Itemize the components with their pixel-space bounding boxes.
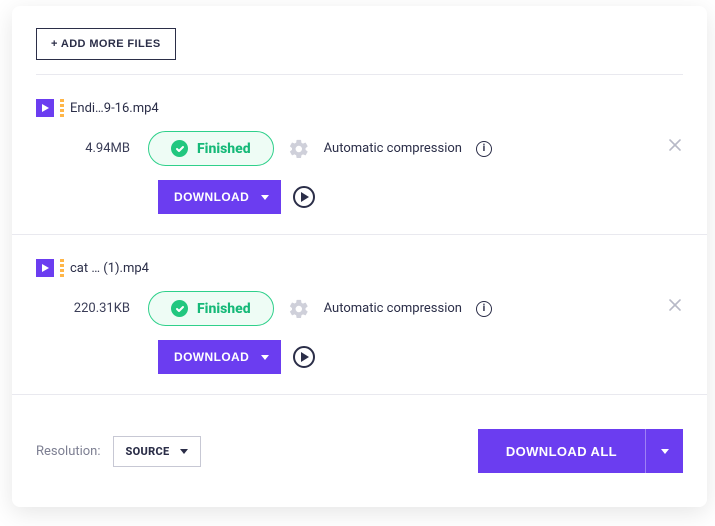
- compression-panel: + ADD MORE FILES Endi…9-16.mp4 4.94MB Fi…: [12, 6, 707, 507]
- chevron-down-icon: [661, 449, 669, 454]
- play-button[interactable]: [293, 346, 315, 368]
- file-actions: DOWNLOAD: [158, 340, 683, 374]
- chevron-down-icon: [261, 195, 269, 200]
- play-button[interactable]: [293, 186, 315, 208]
- file-actions: DOWNLOAD: [158, 180, 683, 214]
- file-status-row: 4.94MB Finished Automatic compression i: [60, 131, 683, 166]
- download-all-button[interactable]: DOWNLOAD ALL: [478, 429, 683, 473]
- resolution-select[interactable]: SOURCE: [113, 436, 201, 467]
- status-badge: Finished: [148, 131, 274, 166]
- status-text: Finished: [197, 141, 251, 157]
- top-bar: + ADD MORE FILES: [12, 6, 707, 74]
- resolution-value: SOURCE: [126, 445, 170, 458]
- info-icon[interactable]: i: [476, 301, 492, 317]
- download-button[interactable]: DOWNLOAD: [158, 180, 281, 214]
- gear-icon[interactable]: [288, 298, 310, 320]
- compression-mode: Automatic compression: [324, 141, 462, 156]
- play-icon: [301, 352, 309, 362]
- chevron-down-icon: [261, 355, 269, 360]
- check-icon: [171, 300, 188, 317]
- check-icon: [171, 140, 188, 157]
- download-all-dropdown[interactable]: [645, 429, 683, 473]
- film-strip-icon: [60, 99, 64, 117]
- remove-button[interactable]: [667, 137, 683, 157]
- file-name: cat … (1).mp4: [70, 261, 149, 276]
- gear-icon[interactable]: [288, 138, 310, 160]
- download-all-label: DOWNLOAD ALL: [478, 429, 645, 473]
- add-more-files-button[interactable]: + ADD MORE FILES: [36, 28, 176, 60]
- download-button[interactable]: DOWNLOAD: [158, 340, 281, 374]
- file-header: Endi…9-16.mp4: [36, 99, 683, 117]
- video-icon: [36, 259, 54, 277]
- file-item: Endi…9-16.mp4 4.94MB Finished Automatic …: [12, 75, 707, 235]
- resolution-label: Resolution:: [36, 444, 101, 459]
- file-status-row: 220.31KB Finished Automatic compression …: [60, 291, 683, 326]
- download-button-label: DOWNLOAD: [174, 190, 249, 204]
- compression-mode: Automatic compression: [324, 301, 462, 316]
- remove-button[interactable]: [667, 297, 683, 317]
- download-button-label: DOWNLOAD: [174, 350, 249, 364]
- chevron-down-icon: [180, 449, 188, 454]
- file-name: Endi…9-16.mp4: [70, 101, 159, 116]
- play-icon: [301, 192, 309, 202]
- file-header: cat … (1).mp4: [36, 259, 683, 277]
- file-size: 4.94MB: [60, 141, 130, 156]
- status-text: Finished: [197, 301, 251, 317]
- footer-bar: Resolution: SOURCE DOWNLOAD ALL: [12, 395, 707, 501]
- file-size: 220.31KB: [60, 301, 130, 316]
- film-strip-icon: [60, 259, 64, 277]
- video-icon: [36, 99, 54, 117]
- info-icon[interactable]: i: [476, 141, 492, 157]
- file-item: cat … (1).mp4 220.31KB Finished Automati…: [12, 235, 707, 395]
- status-badge: Finished: [148, 291, 274, 326]
